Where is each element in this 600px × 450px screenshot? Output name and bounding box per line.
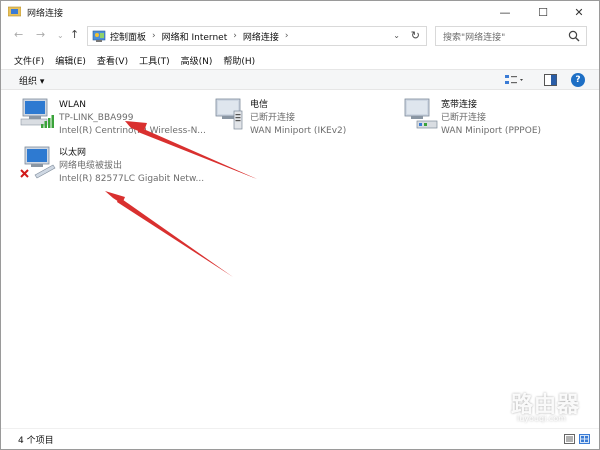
search-icon[interactable]	[568, 30, 580, 42]
preview-pane-icon[interactable]	[544, 74, 557, 86]
connection-device: Intel(R) Centrino(R) Wireless-N...	[59, 126, 206, 136]
help-button[interactable]: ?	[571, 73, 585, 87]
status-bar: 4 个项目	[1, 428, 599, 449]
connection-text: 电信 已断开连接 WAN Miniport (IKEv2)	[250, 99, 400, 138]
menu-edit[interactable]: 编辑(E)	[55, 54, 86, 67]
window-title: 网络连接	[27, 9, 64, 19]
connection-status: TP-LINK_BBA999	[59, 113, 134, 123]
command-bar: 组织 ▾ ?	[1, 69, 599, 90]
breadcrumb-network-internet[interactable]: 网络和 Internet	[162, 30, 228, 43]
menu-help[interactable]: 帮助(H)	[223, 54, 255, 67]
connections-list: WLAN TP-LINK_BBA999 Intel(R) Centrino(R)…	[1, 91, 599, 421]
breadcrumb-control-panel[interactable]: 控制面板	[110, 30, 146, 43]
address-bar[interactable]: 控制面板 › 网络和 Internet › 网络连接 › ⌄ ↻	[87, 26, 427, 46]
address-dropdown-button[interactable]: ⌄	[393, 31, 400, 40]
network-connections-window: 网络连接 — ☐ ✕ ← → ⌄ ↑ 控制面板 › 网络和 Internet ›…	[0, 0, 600, 450]
details-view-icon[interactable]	[564, 434, 575, 444]
vpn-adapter-icon	[215, 98, 243, 130]
router-logo-icon	[465, 389, 505, 425]
connection-status: 已断开连接	[250, 113, 296, 123]
title-bar[interactable]: 网络连接 — ☐ ✕	[1, 1, 599, 23]
maximize-button[interactable]: ☐	[523, 1, 563, 23]
connection-name: 以太网	[59, 148, 87, 158]
connection-device: WAN Miniport (IKEv2)	[250, 126, 347, 136]
refresh-button[interactable]: ↻	[411, 29, 420, 42]
ethernet-adapter-icon	[20, 146, 56, 179]
change-view-icon[interactable]	[504, 73, 526, 87]
connection-text: 宽带连接 已断开连接 WAN Miniport (PPPOE)	[441, 99, 591, 138]
broadband-adapter-icon	[404, 98, 438, 129]
menu-file[interactable]: 文件(F)	[14, 54, 44, 67]
network-folder-icon	[8, 6, 21, 17]
connection-device: WAN Miniport (PPPOE)	[441, 126, 542, 136]
search-input[interactable]: 搜索"网络连接"	[435, 26, 587, 46]
forward-button[interactable]: →	[36, 28, 45, 41]
breadcrumb-network-connections[interactable]: 网络连接	[243, 30, 279, 43]
address-row: ← → ⌄ ↑ 控制面板 › 网络和 Internet › 网络连接 › ⌄ ↻…	[1, 24, 599, 48]
connection-text: 以太网 网络电缆被拔出 Intel(R) 82577LC Gigabit Net…	[59, 147, 209, 186]
connection-name: 宽带连接	[441, 100, 478, 110]
recent-locations-button[interactable]: ⌄	[57, 31, 64, 40]
connection-name: 电信	[250, 100, 269, 110]
back-button[interactable]: ←	[14, 28, 23, 41]
connection-text: WLAN TP-LINK_BBA999 Intel(R) Centrino(R)…	[59, 99, 209, 138]
connection-status: 网络电缆被拔出	[59, 161, 123, 171]
minimize-button[interactable]: —	[485, 1, 525, 23]
close-button[interactable]: ✕	[559, 1, 599, 23]
connection-name: WLAN	[59, 100, 87, 110]
watermark-url: luyouqi.com	[517, 414, 566, 423]
menu-advanced[interactable]: 高级(N)	[181, 54, 213, 67]
breadcrumb-separator[interactable]: ›	[152, 31, 156, 41]
control-panel-icon	[92, 30, 106, 42]
wifi-adapter-icon	[20, 98, 54, 128]
organize-button[interactable]: 组织 ▾	[19, 74, 44, 87]
watermark: 路由器 luyouqi.com	[463, 387, 595, 427]
menu-tools[interactable]: 工具(T)	[139, 54, 170, 67]
large-icons-view-icon[interactable]	[579, 434, 590, 444]
breadcrumb-separator[interactable]: ›	[285, 31, 289, 41]
connection-status: 已断开连接	[441, 113, 487, 123]
breadcrumb-separator[interactable]: ›	[233, 31, 237, 41]
item-count: 4 个项目	[18, 436, 54, 446]
connection-device: Intel(R) 82577LC Gigabit Netw...	[59, 174, 205, 184]
menu-view[interactable]: 查看(V)	[97, 54, 128, 67]
menu-bar: 文件(F) 编辑(E) 查看(V) 工具(T) 高级(N) 帮助(H)	[1, 51, 599, 69]
search-placeholder: 搜索"网络连接"	[443, 32, 506, 43]
up-button[interactable]: ↑	[70, 28, 79, 41]
